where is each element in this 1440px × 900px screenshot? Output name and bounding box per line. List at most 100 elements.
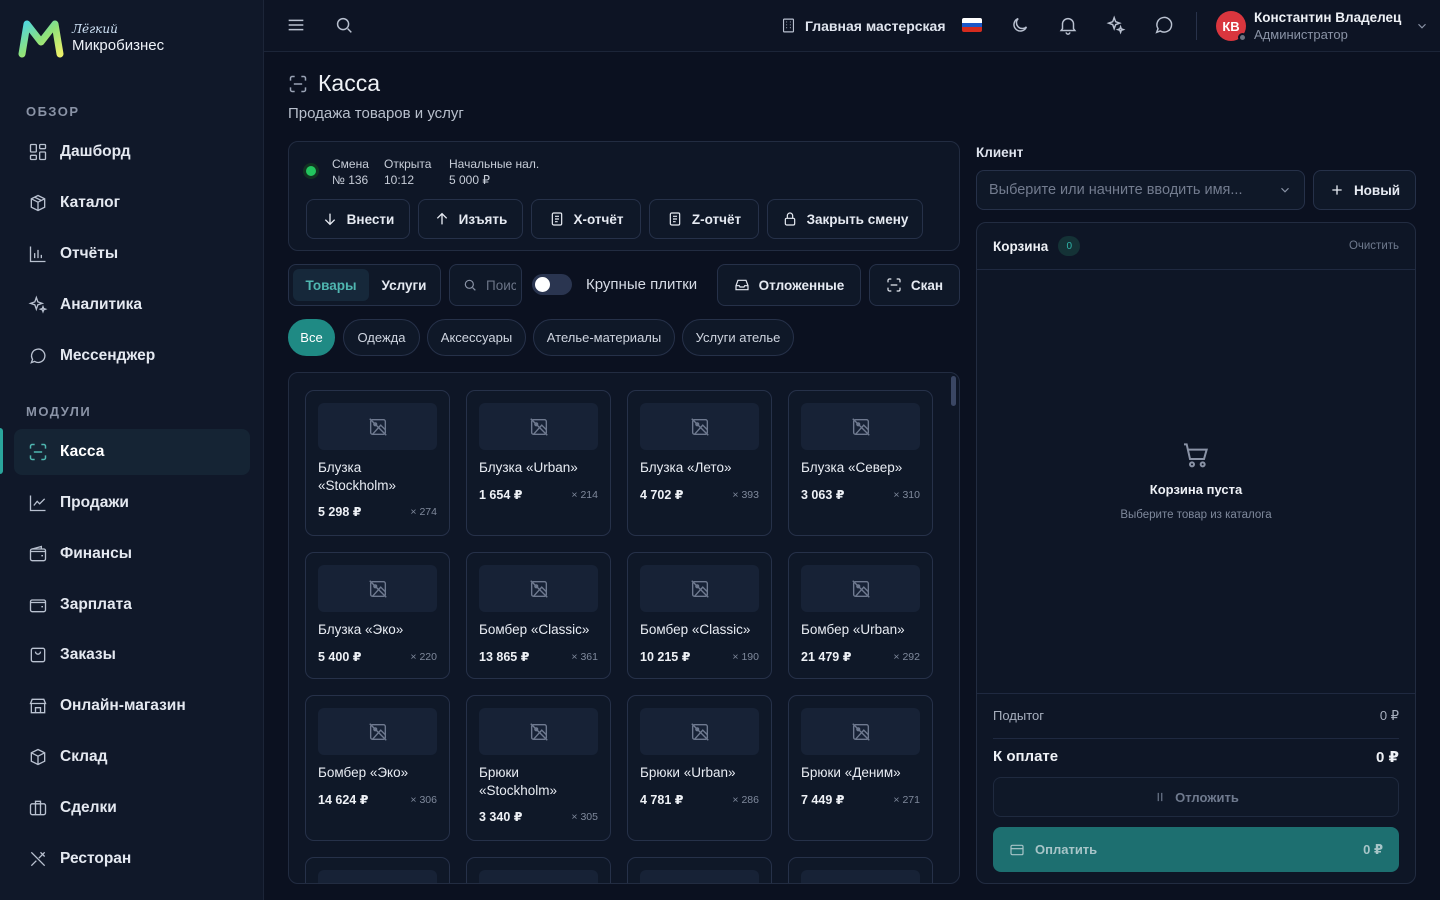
language-flag-icon[interactable]: [962, 18, 982, 32]
client-select[interactable]: Выберите или начните вводить имя...: [976, 170, 1305, 210]
large-tiles-toggle[interactable]: [532, 274, 572, 295]
product-search[interactable]: [449, 264, 522, 306]
sidebar-item-reports[interactable]: Отчёты: [14, 231, 250, 277]
product-card[interactable]: Брюки «Urban» 4 781 ₽ × 286: [627, 695, 772, 841]
image-placeholder-icon: [801, 870, 920, 883]
image-placeholder-icon: [801, 403, 920, 450]
avatar-initials: КВ: [1222, 18, 1240, 34]
scan-icon: [289, 75, 307, 92]
product-price: 21 479 ₽: [801, 650, 852, 664]
goods-services-switch: Товары Услуги: [288, 264, 441, 306]
product-stock: × 214: [571, 489, 598, 501]
product-name: Брюки «Stockholm»: [479, 765, 558, 798]
category-chip-atelier-services[interactable]: Услуги ателье: [682, 319, 794, 356]
product-price: 3 063 ₽: [801, 488, 845, 502]
category-chip-clothing[interactable]: Одежда: [343, 319, 420, 356]
wallet-icon: [29, 599, 47, 613]
sidebar-item-kassa[interactable]: Касса: [14, 429, 250, 475]
product-name: Блузка «Stockholm»: [318, 460, 397, 493]
product-price: 5 298 ₽: [318, 505, 362, 519]
product-card[interactable]: [305, 857, 450, 883]
new-client-button[interactable]: Новый: [1313, 170, 1416, 210]
sidebar-item-dashboard[interactable]: Дашборд: [14, 129, 250, 175]
topbar: Главная мастерская КВ Константин Владеле…: [264, 0, 1440, 52]
search-icon[interactable]: [333, 14, 355, 36]
grid-scrollbar[interactable]: [951, 376, 956, 406]
close-shift-button[interactable]: Закрыть смену: [767, 199, 923, 239]
sidebar-item-analytics[interactable]: Аналитика: [14, 282, 250, 328]
brand-logo[interactable]: Лёгкий Микробизнес: [18, 18, 164, 58]
product-name: Блузка «Эко»: [318, 622, 404, 637]
menu-icon[interactable]: [285, 14, 307, 36]
cart-clear-button[interactable]: Очистить: [1349, 240, 1399, 252]
product-price: 14 624 ₽: [318, 793, 369, 807]
deposit-button[interactable]: Внести: [306, 199, 410, 239]
sidebar-item-catalog[interactable]: Каталог: [14, 180, 250, 226]
image-placeholder-icon: [801, 565, 920, 612]
z-report-button[interactable]: Z-отчёт: [649, 199, 759, 239]
sidebar-item-messenger[interactable]: Мессенджер: [14, 333, 250, 379]
cart-summary: Подытог 0 ₽ К оплате 0 ₽: [977, 693, 1415, 766]
sparkles-icon[interactable]: [1105, 14, 1127, 36]
category-chip-all[interactable]: Все: [288, 319, 335, 356]
user-menu[interactable]: КВ Константин Владелец Администратор: [1216, 10, 1429, 42]
bell-icon[interactable]: [1057, 14, 1079, 36]
product-card[interactable]: [466, 857, 611, 883]
cart-title: Корзина: [993, 238, 1049, 254]
sidebar-item-label: Каталог: [60, 194, 121, 211]
box-icon: [30, 194, 46, 212]
building-icon: [782, 18, 795, 33]
x-report-button[interactable]: X-отчёт: [531, 199, 641, 239]
product-name: Бомбер «Эко»: [318, 765, 409, 780]
sidebar-item-sales[interactable]: Продажи: [14, 480, 250, 526]
product-card[interactable]: Бомбер «Эко» 14 624 ₽ × 306: [305, 695, 450, 841]
product-price: 4 702 ₽: [640, 488, 684, 502]
scan-button[interactable]: Скан: [869, 264, 960, 306]
pay-amount: 0 ₽: [1363, 841, 1383, 857]
tab-services[interactable]: Услуги: [369, 269, 439, 301]
sidebar-item-salary[interactable]: Зарплата: [14, 582, 250, 628]
sidebar-item-warehouse[interactable]: Склад: [14, 734, 250, 780]
product-card[interactable]: Бомбер «Urban» 21 479 ₽ × 292: [788, 552, 933, 679]
cart-empty-state: Корзина пуста Выберите товар из каталога: [977, 439, 1415, 521]
withdraw-button[interactable]: Изъять: [418, 199, 523, 239]
shift-number: Смена № 136: [332, 157, 369, 187]
product-card[interactable]: Бомбер «Classic» 10 215 ₽ × 190: [627, 552, 772, 679]
product-card[interactable]: Бомбер «Classic» 13 865 ₽ × 361: [466, 552, 611, 679]
product-card[interactable]: Блузка «Urban» 1 654 ₽ × 214: [466, 390, 611, 536]
sidebar-item-shop[interactable]: Онлайн-магазин: [14, 683, 250, 729]
tab-goods[interactable]: Товары: [293, 269, 369, 301]
product-card[interactable]: Брюки «Stockholm» 3 340 ₽ × 305: [466, 695, 611, 841]
product-card[interactable]: Блузка «Лето» 4 702 ₽ × 393: [627, 390, 772, 536]
workshop-selector[interactable]: Главная мастерская: [780, 17, 946, 34]
sidebar-item-label: Сделки: [60, 799, 117, 816]
product-price: 4 781 ₽: [640, 793, 684, 807]
product-card[interactable]: Блузка «Эко» 5 400 ₽ × 220: [305, 552, 450, 679]
image-placeholder-icon: [640, 403, 759, 450]
defer-button[interactable]: Отложить: [993, 777, 1399, 817]
product-card[interactable]: [627, 857, 772, 883]
chat-icon[interactable]: [1153, 14, 1175, 36]
sidebar-item-finance[interactable]: Финансы: [14, 531, 250, 577]
large-tiles-label: Крупные плитки: [586, 276, 698, 293]
sidebar-item-restaurant[interactable]: Ресторан: [14, 836, 250, 882]
product-card[interactable]: Блузка «Север» 3 063 ₽ × 310: [788, 390, 933, 536]
package-icon: [30, 748, 46, 766]
product-card[interactable]: Блузка «Stockholm» 5 298 ₽ × 274: [305, 390, 450, 536]
category-chip-accessories[interactable]: Аксессуары: [427, 319, 526, 356]
pay-button[interactable]: Оплатить 0 ₽: [993, 827, 1399, 872]
brand-line2: Микробизнес: [72, 37, 165, 54]
shift-status-dot: [306, 166, 316, 176]
search-input[interactable]: [486, 277, 516, 293]
sidebar-item-deals[interactable]: Сделки: [14, 785, 250, 831]
deferred-button[interactable]: Отложенные: [717, 264, 861, 306]
product-card[interactable]: [788, 857, 933, 883]
moon-icon[interactable]: [1009, 14, 1031, 36]
sidebar-item-orders[interactable]: Заказы: [14, 632, 250, 678]
plus-icon: [1332, 185, 1342, 195]
cart-header: Корзина 0 Очистить: [977, 223, 1415, 270]
product-card[interactable]: Брюки «Деним» 7 449 ₽ × 271: [788, 695, 933, 841]
utensils-icon: [30, 851, 46, 867]
product-stock: × 305: [571, 811, 598, 823]
category-chip-atelier-materials[interactable]: Ателье-материалы: [533, 319, 675, 356]
